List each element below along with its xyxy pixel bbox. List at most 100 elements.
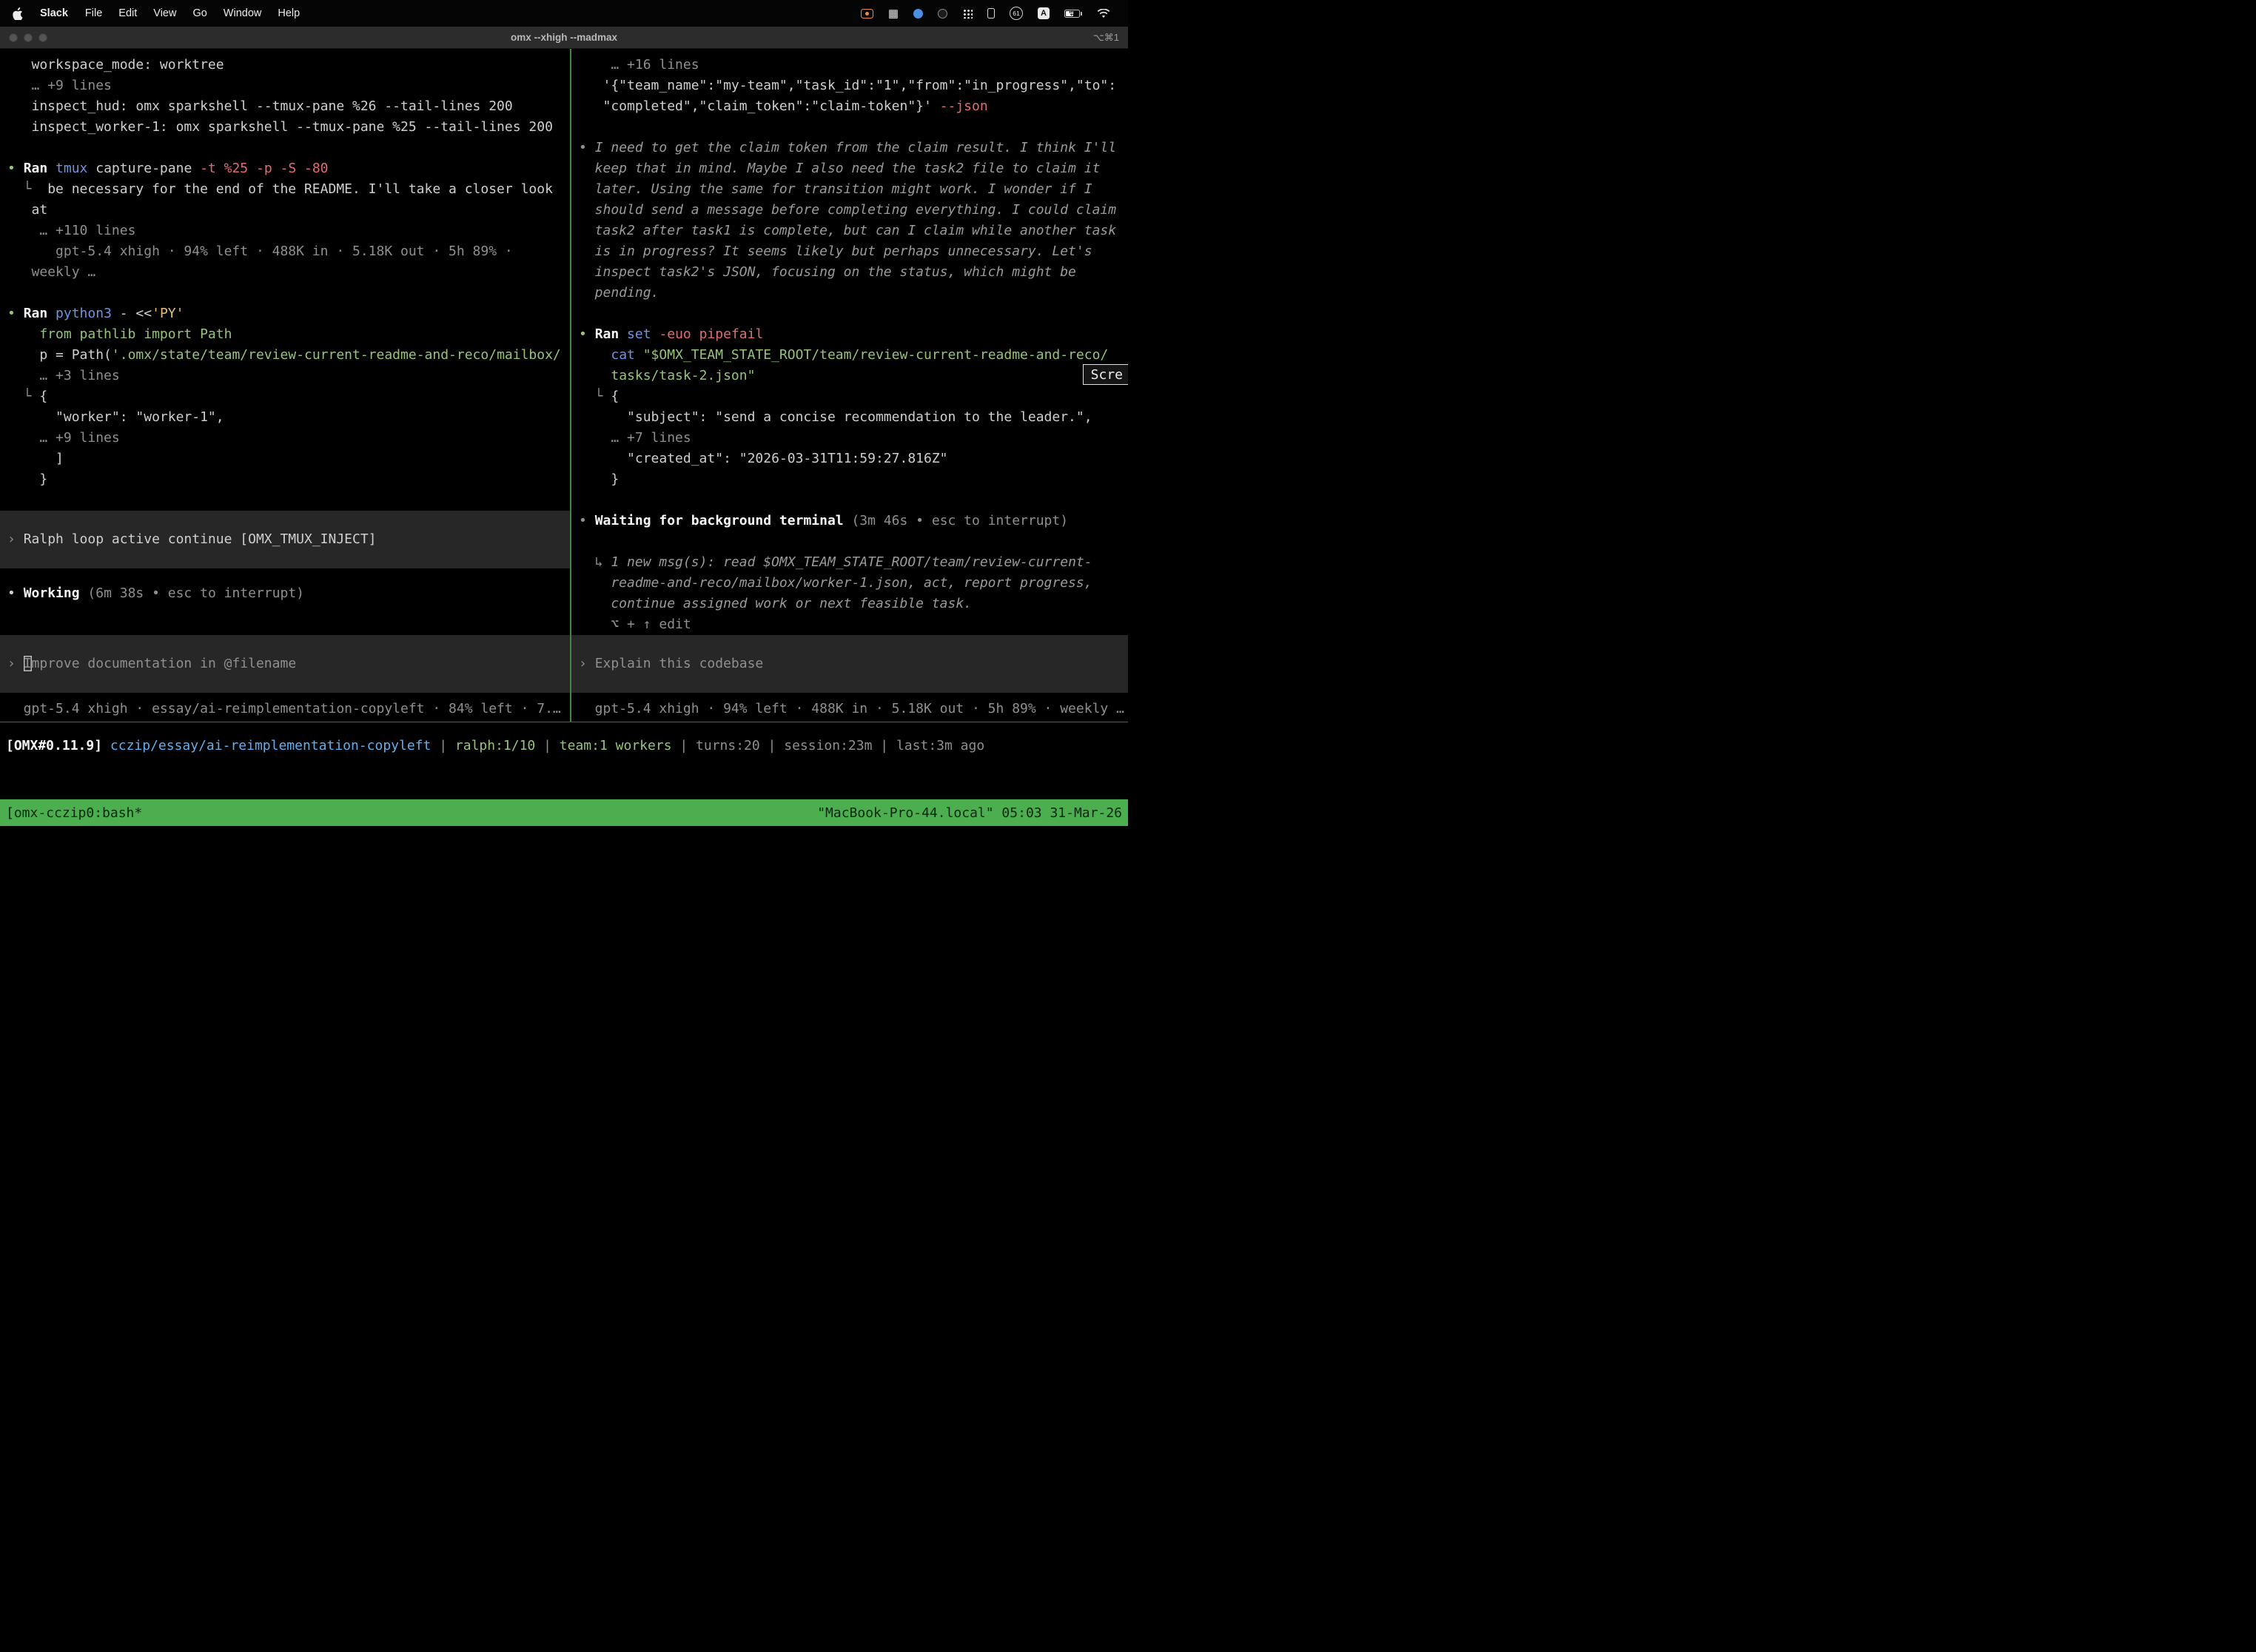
wifi-icon[interactable] — [1097, 5, 1110, 21]
menu-bar: Slack FileEditViewGoWindowHelp ▦ 61 A ↯ — [0, 0, 1128, 27]
terminal-line: ] — [7, 449, 570, 469]
input-source-icon[interactable]: A — [1038, 5, 1050, 21]
terminal-line: › Ralph loop active continue [OMX_TMUX_I… — [7, 529, 570, 550]
tmux-session-label: [omx-cczip0:bash* — [6, 805, 142, 821]
prompt-input-band[interactable]: › Improve documentation in @filename — [0, 635, 570, 693]
terminal-line: inspect task2's JSON, focusing on the st… — [579, 262, 1128, 283]
menu-item-edit[interactable]: Edit — [110, 7, 145, 19]
terminal-line: [OMX#0.11.9] cczip/essay/ai-reimplementa… — [6, 736, 1128, 756]
terminal-line: readme-and-reco/mailbox/worker-1.json, a… — [579, 573, 1128, 594]
terminal-line: "created_at": "2026-03-31T11:59:27.816Z" — [579, 449, 1128, 469]
terminal-line: gpt-5.4 xhigh · 94% left · 488K in · 5.1… — [7, 241, 570, 262]
terminal-line — [579, 117, 1128, 138]
spacer — [579, 693, 1128, 699]
terminal-line: from pathlib import Path — [7, 324, 570, 345]
terminal-line: └ { — [7, 386, 570, 407]
screen-record-icon[interactable] — [861, 5, 873, 21]
spacer — [7, 568, 570, 583]
terminal-line: … +3 lines — [7, 366, 570, 386]
terminal-line: later. Using the same for transition mig… — [579, 179, 1128, 200]
terminal-line — [579, 490, 1128, 511]
screen: Slack FileEditViewGoWindowHelp ▦ 61 A ↯ — [0, 0, 1128, 826]
menu-bar-left: Slack FileEditViewGoWindowHelp — [10, 7, 308, 20]
window-shortcut-hint: ⌥⌘1 — [1093, 32, 1119, 44]
terminal-line: '{"team_name":"my-team","task_id":"1","f… — [579, 75, 1128, 96]
terminal-line: workspace_mode: worktree — [7, 55, 570, 75]
terminal-line — [7, 138, 570, 158]
terminal-line: └ be necessary for the end of the README… — [7, 179, 570, 200]
menu-item-view[interactable]: View — [145, 7, 184, 19]
terminal-line: inspect_worker-1: omx sparkshell --tmux-… — [7, 117, 570, 138]
terminal-line: should send a message before completing … — [579, 200, 1128, 221]
terminal-line: keep that in mind. Maybe I also need the… — [579, 158, 1128, 179]
terminal-line — [579, 303, 1128, 324]
battery-percent-badge[interactable]: 61 — [1010, 5, 1023, 21]
terminal-line: … +16 lines — [579, 55, 1128, 75]
terminal-line: ↳ 1 new msg(s): read $OMX_TEAM_STATE_ROO… — [579, 552, 1128, 573]
terminal-line: tasks/task-2.json" — [579, 366, 1128, 386]
terminal-line: continue assigned work or next feasible … — [579, 594, 1128, 614]
terminal-line: at — [7, 200, 570, 221]
terminal-line: gpt-5.4 xhigh · 94% left · 488K in · 5.1… — [579, 699, 1128, 719]
menu-item-go[interactable]: Go — [184, 7, 215, 19]
terminal-line: • Ran python3 - <<'PY' — [7, 303, 570, 324]
terminal-line: task2 after task1 is complete, but can I… — [579, 221, 1128, 241]
terminal-line: › Improve documentation in @filename — [7, 654, 570, 674]
menu-items: FileEditViewGoWindowHelp — [77, 7, 308, 19]
terminal-line: } — [579, 469, 1128, 490]
terminal-line: • Ran tmux capture-pane -t %25 -p -S -80 — [7, 158, 570, 179]
device-icon[interactable] — [987, 5, 995, 21]
terminal-line: weekly … — [7, 262, 570, 283]
terminal-line: ⌥ + ↑ edit — [579, 614, 1128, 635]
window-title: omx --xhigh --madmax — [0, 32, 1128, 43]
dark-app-icon[interactable] — [938, 5, 947, 21]
terminal-line: "worker": "worker-1", — [7, 407, 570, 428]
battery-icon[interactable]: ↯ — [1064, 5, 1082, 21]
tmux-status-bar: [omx-cczip0:bash* "MacBook-Pro-44.local"… — [0, 799, 1128, 826]
menu-item-window[interactable]: Window — [215, 7, 270, 19]
terminal-line: … +9 lines — [7, 428, 570, 449]
window-title-bar[interactable]: omx --xhigh --madmax ⌥⌘1 — [0, 27, 1128, 49]
terminal-line: › Explain this codebase — [579, 654, 1128, 674]
terminal-line: • I need to get the claim token from the… — [579, 138, 1128, 158]
menu-item-help[interactable]: Help — [269, 7, 308, 19]
tmux-panes: workspace_mode: worktree … +9 lines insp… — [0, 49, 1128, 722]
spacer — [7, 604, 570, 635]
spacer — [7, 693, 570, 699]
apple-menu-icon[interactable] — [10, 7, 25, 20]
terminal-line: is in progress? It seems likely but perh… — [579, 241, 1128, 262]
terminal-line: "completed","claim_token":"claim-token"}… — [579, 96, 1128, 117]
tmux-host-time: "MacBook-Pro-44.local" 05:03 31-Mar-26 — [817, 805, 1122, 821]
terminal-line — [7, 490, 570, 511]
terminal-line: … +7 lines — [579, 428, 1128, 449]
terminal-line: … +110 lines — [7, 221, 570, 241]
terminal-line: cat "$OMX_TEAM_STATE_ROOT/team/review-cu… — [579, 345, 1128, 366]
terminal-line: } — [7, 469, 570, 490]
blue-app-icon[interactable] — [913, 5, 923, 21]
terminal-line: • Waiting for background terminal (3m 46… — [579, 511, 1128, 531]
terminal-line: └ { — [579, 386, 1128, 407]
pane-right[interactable]: … +16 lines '{"team_name":"my-team","tas… — [571, 49, 1128, 722]
terminal[interactable]: workspace_mode: worktree … +9 lines insp… — [0, 49, 1128, 799]
grid-icon[interactable]: ▦ — [888, 5, 899, 21]
terminal-line: p = Path('.omx/state/team/review-current… — [7, 345, 570, 366]
terminal-line: • Ran set -euo pipefail — [579, 324, 1128, 345]
menu-app-name[interactable]: Slack — [31, 7, 77, 19]
app-grid-icon[interactable] — [962, 5, 973, 21]
terminal-line: • Working (6m 38s • esc to interrupt) — [7, 583, 570, 604]
terminal-line: gpt-5.4 xhigh · essay/ai-reimplementatio… — [7, 699, 570, 719]
terminal-line: "subject": "send a concise recommendatio… — [579, 407, 1128, 428]
menu-bar-status-icons: ▦ 61 A ↯ — [853, 5, 1118, 21]
terminal-line: … +9 lines — [7, 75, 570, 96]
prompt-suggestion-band[interactable]: › Explain this codebase — [571, 635, 1128, 693]
menu-item-file[interactable]: File — [77, 7, 110, 19]
omx-status-line: [OMX#0.11.9] cczip/essay/ai-reimplementa… — [0, 736, 1128, 756]
ralph-loop-band: › Ralph loop active continue [OMX_TMUX_I… — [0, 511, 570, 568]
battery-percent-label: 61 — [1010, 7, 1023, 20]
terminal-line: pending. — [579, 283, 1128, 303]
screen-overlay-tooltip: Scre — [1083, 364, 1128, 385]
terminal-line — [579, 531, 1128, 552]
terminal-line — [7, 283, 570, 303]
pane-left[interactable]: workspace_mode: worktree … +9 lines insp… — [0, 49, 570, 722]
terminal-line: inspect_hud: omx sparkshell --tmux-pane … — [7, 96, 570, 117]
